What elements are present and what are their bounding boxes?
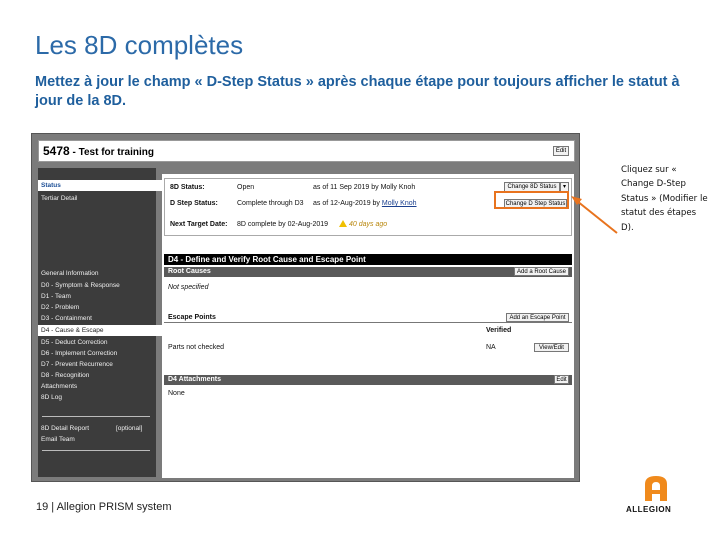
d-step-status-value: Complete through D3 [237,200,304,207]
sidebar-item-attachments[interactable]: Attachments [41,383,77,390]
sidebar-item-8d-log[interactable]: 8D Log [41,394,62,401]
sidebar-item-d4[interactable]: D4 - Cause & Escape [38,325,163,336]
slide-subtitle: Mettez à jour le champ « D-Step Status »… [35,74,680,109]
warning-icon [339,220,347,227]
d4-attachments-header: D4 Attachments [164,375,572,385]
sidebar-item-d7[interactable]: D7 - Prevent Recurrence [41,361,113,368]
allegion-logo-icon [645,476,667,501]
callout-text: Cliquez sur « Change D-Step Status » (Mo… [621,165,708,233]
view-edit-button[interactable]: View/Edit [534,343,569,352]
sidebar-divider [42,450,150,451]
escape-verified-header: Verified [486,327,512,334]
target-warning-text: 40 days ago [349,221,388,228]
sidebar-item-d2[interactable]: D2 - Problem [41,304,79,311]
sidebar-item-general-information[interactable]: General Information [41,270,98,277]
add-root-cause-button[interactable]: Add a Root Cause [514,267,569,276]
sidebar-item-optional: [optional] [116,425,143,432]
8d-status-label: 8D Status: [170,184,205,191]
sidebar-item-tertiar-detail[interactable]: Tertiar Detail [41,195,77,202]
slide-title: Les 8D complètes [35,30,244,60]
root-causes-value: Not specified [168,284,209,291]
sidebar: Status Tertiar Detail General Informatio… [38,168,163,477]
8d-status-value: Open [237,184,255,191]
header-edit-button[interactable]: Edit [553,146,569,156]
escape-verified-value: NA [486,344,496,351]
sidebar-item-d1[interactable]: D1 - Team [41,293,71,300]
d4-section-header: D4 - Define and Verify Root Cause and Es… [164,254,572,265]
allegion-logo-text: ALLEGION [626,505,672,514]
d-step-status-date: as of 12-Aug-2019 by Molly Knoh [313,200,417,207]
add-escape-point-button[interactable]: Add an Escape Point [506,313,569,322]
d-step-user-link[interactable]: Molly Knoh [382,200,417,207]
root-causes-header: Root Causes [164,267,572,277]
record-title: 5478 - Test for training [43,144,154,158]
record-id: 5478 [43,144,70,158]
next-target-date-value: 8D complete by 02-Aug-2019 [237,221,329,228]
highlight-box [494,191,569,209]
d4-attachments-value: None [168,390,185,397]
escape-point-value: Parts not checked [168,344,225,351]
escape-points-label: Escape Points [168,314,216,321]
8d-status-date: as of 11 Sep 2019 by Molly Knoh [313,184,416,191]
sidebar-item-d5[interactable]: D5 - Deduct Correction [41,339,107,346]
d4-attachments-label: D4 Attachments [168,376,222,383]
sidebar-item-d0[interactable]: D0 - Symptom & Response [41,282,120,289]
root-causes-label: Root Causes [168,268,211,275]
record-name: - Test for training [69,147,154,158]
footer-text: 19 | Allegion PRISM system [36,501,172,513]
app-header: 5478 - Test for training Edit [38,140,575,162]
d4-attachments-edit-button[interactable]: Edit [554,375,569,384]
sidebar-item-status[interactable]: Status [38,180,163,191]
sidebar-item-d8[interactable]: D8 - Recognition [41,372,89,379]
app-screenshot: 5478 - Test for training Edit Status Ter… [31,133,580,482]
d-step-date-text: as of 12-Aug-2019 by [313,200,380,207]
main-panel: 8D Status: Open as of 11 Sep 2019 by Mol… [162,174,574,478]
sidebar-item-8d-detail-report[interactable]: 8D Detail Report [41,425,89,432]
d-step-status-label: D Step Status: [170,200,218,207]
next-target-date-label: Next Target Date: [170,221,228,228]
sidebar-item-d3[interactable]: D3 - Containment [41,315,92,322]
sidebar-item-d6[interactable]: D6 - Implement Correction [41,350,117,357]
sidebar-item-email-team[interactable]: Email Team [41,436,75,443]
sidebar-divider [42,416,150,417]
target-date-warning: 40 days ago [339,220,387,228]
